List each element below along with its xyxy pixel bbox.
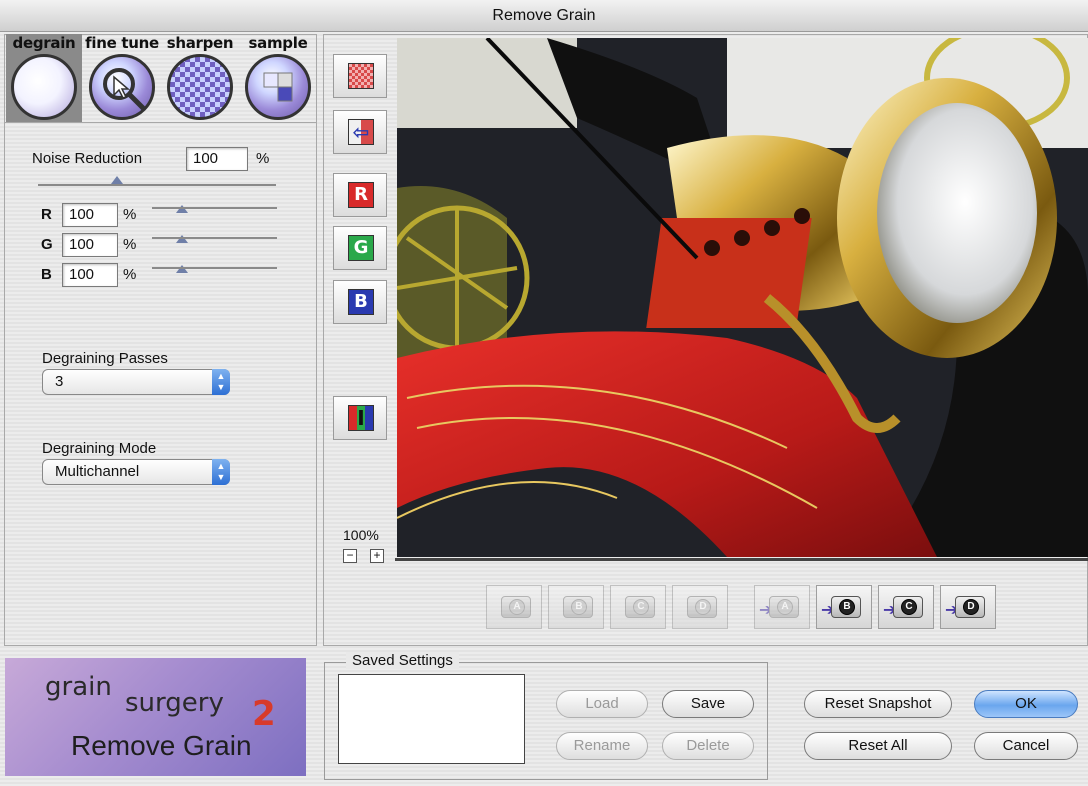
red-channel-button[interactable]: R (333, 173, 387, 217)
store-snapshot-b-button[interactable]: ➔ B (816, 585, 872, 629)
recall-snapshot-b-button[interactable]: B (548, 585, 604, 629)
load-button[interactable]: Load (556, 690, 648, 718)
degraining-mode-select[interactable]: Multichannel ▲ ▼ (42, 459, 230, 485)
snapshot-letter: B (839, 599, 855, 615)
recall-snapshot-d-button[interactable]: D (672, 585, 728, 629)
tab-sharpen-label: sharpen (166, 34, 234, 52)
camera-icon: C (625, 596, 655, 618)
channel-b-unit: % (123, 266, 137, 283)
channel-g-slider[interactable] (152, 237, 277, 239)
reset-snapshot-button[interactable]: Reset Snapshot (804, 690, 952, 718)
combined-channels-button[interactable]: I (333, 396, 387, 440)
camera-icon: D (955, 596, 985, 618)
camera-icon: D (687, 596, 717, 618)
tab-degrain-label: degrain (12, 34, 76, 52)
preview-scroll-bar[interactable] (395, 558, 1088, 561)
channel-b-field[interactable]: 100 (62, 263, 118, 287)
channel-b-slider[interactable] (152, 267, 277, 269)
camera-icon: B (831, 596, 861, 618)
saved-settings-legend: Saved Settings (346, 652, 459, 669)
logo-line2: surgery (125, 688, 224, 718)
recall-snapshot-c-button[interactable]: C (610, 585, 666, 629)
camera-icon: B (563, 596, 593, 618)
camera-icon: A (501, 596, 531, 618)
red-channel-icon: R (348, 182, 374, 208)
snapshot-letter: B (571, 599, 587, 615)
camera-icon: C (893, 596, 923, 618)
tab-degrain[interactable]: degrain (6, 34, 82, 122)
tab-divider (4, 122, 317, 123)
sample-view-icon (348, 63, 374, 89)
degraining-mode-value: Multichannel (55, 463, 140, 480)
degrain-icon (11, 54, 77, 120)
arrow-left-icon: ⇦ (348, 119, 374, 145)
logo-line1: grain (45, 672, 112, 702)
zoom-in-button[interactable]: + (370, 549, 384, 563)
degraining-mode-label: Degraining Mode (42, 440, 157, 457)
snapshot-letter: A (777, 599, 793, 615)
sample-icon (245, 54, 311, 120)
blue-channel-icon: B (348, 289, 374, 315)
left-panel (4, 34, 317, 646)
channel-g-field[interactable]: 100 (62, 233, 118, 257)
combined-channels-icon: I (348, 405, 374, 431)
channel-g-label: G (41, 236, 53, 253)
snapshot-letter: C (901, 599, 917, 615)
blue-channel-button[interactable]: B (333, 280, 387, 324)
preview-image[interactable] (397, 38, 1088, 557)
snapshot-letter: D (963, 599, 979, 615)
snapshot-letter: A (509, 599, 525, 615)
reset-all-button[interactable]: Reset All (804, 732, 952, 760)
degraining-passes-value: 3 (55, 373, 64, 390)
store-snapshot-a-button[interactable]: ➔ A (754, 585, 810, 629)
magnifier-icon (89, 54, 155, 120)
channel-g-unit: % (123, 236, 137, 253)
green-channel-button[interactable]: G (333, 226, 387, 270)
channel-r-label: R (41, 206, 52, 223)
channel-r-unit: % (123, 206, 137, 223)
sharpen-icon (167, 54, 233, 120)
logo-subtitle: Remove Grain (71, 730, 252, 761)
zoom-level: 100% (343, 527, 379, 543)
noise-reduction-unit: % (256, 150, 270, 167)
tab-sample[interactable]: sample (240, 34, 316, 122)
channel-r-slider[interactable] (152, 207, 277, 209)
saved-settings-list[interactable] (338, 674, 525, 764)
noise-reduction-slider[interactable] (38, 184, 276, 186)
noise-reduction-field[interactable]: 100 (186, 147, 248, 171)
recall-snapshot-a-button[interactable]: A (486, 585, 542, 629)
cancel-button[interactable]: Cancel (974, 732, 1078, 760)
channel-r-field[interactable]: 100 (62, 203, 118, 227)
snapshot-letter: D (695, 599, 711, 615)
store-snapshot-c-button[interactable]: ➔ C (878, 585, 934, 629)
degraining-passes-select[interactable]: 3 ▲ ▼ (42, 369, 230, 395)
store-snapshot-d-button[interactable]: ➔ D (940, 585, 996, 629)
window-title: Remove Grain (0, 0, 1088, 32)
logo-version: 2 (252, 694, 276, 734)
delete-button[interactable]: Delete (662, 732, 754, 760)
tab-sharpen[interactable]: sharpen (162, 34, 238, 122)
ok-button[interactable]: OK (974, 690, 1078, 718)
channel-b-label: B (41, 266, 52, 283)
tab-fine-tune-label: fine tune (85, 34, 159, 52)
popup-arrows-icon: ▲ ▼ (212, 459, 230, 485)
popup-arrows-icon: ▲ ▼ (212, 369, 230, 395)
green-channel-icon: G (348, 235, 374, 261)
rename-button[interactable]: Rename (556, 732, 648, 760)
tab-sample-label: sample (248, 34, 308, 52)
preview-photo (397, 38, 1088, 557)
zoom-out-button[interactable]: − (343, 549, 357, 563)
snapshot-letter: C (633, 599, 649, 615)
save-button[interactable]: Save (662, 690, 754, 718)
split-view-button[interactable]: ⇦ (333, 110, 387, 154)
noise-reduction-label: Noise Reduction (32, 150, 143, 167)
noise-reduction-slider-thumb[interactable] (111, 176, 123, 184)
camera-icon: A (769, 596, 799, 618)
sample-view-button[interactable] (333, 54, 387, 98)
tab-fine-tune[interactable]: fine tune (84, 34, 160, 122)
degraining-passes-label: Degraining Passes (42, 350, 168, 367)
grain-surgery-logo: grain surgery 2 Remove Grain (5, 658, 306, 776)
